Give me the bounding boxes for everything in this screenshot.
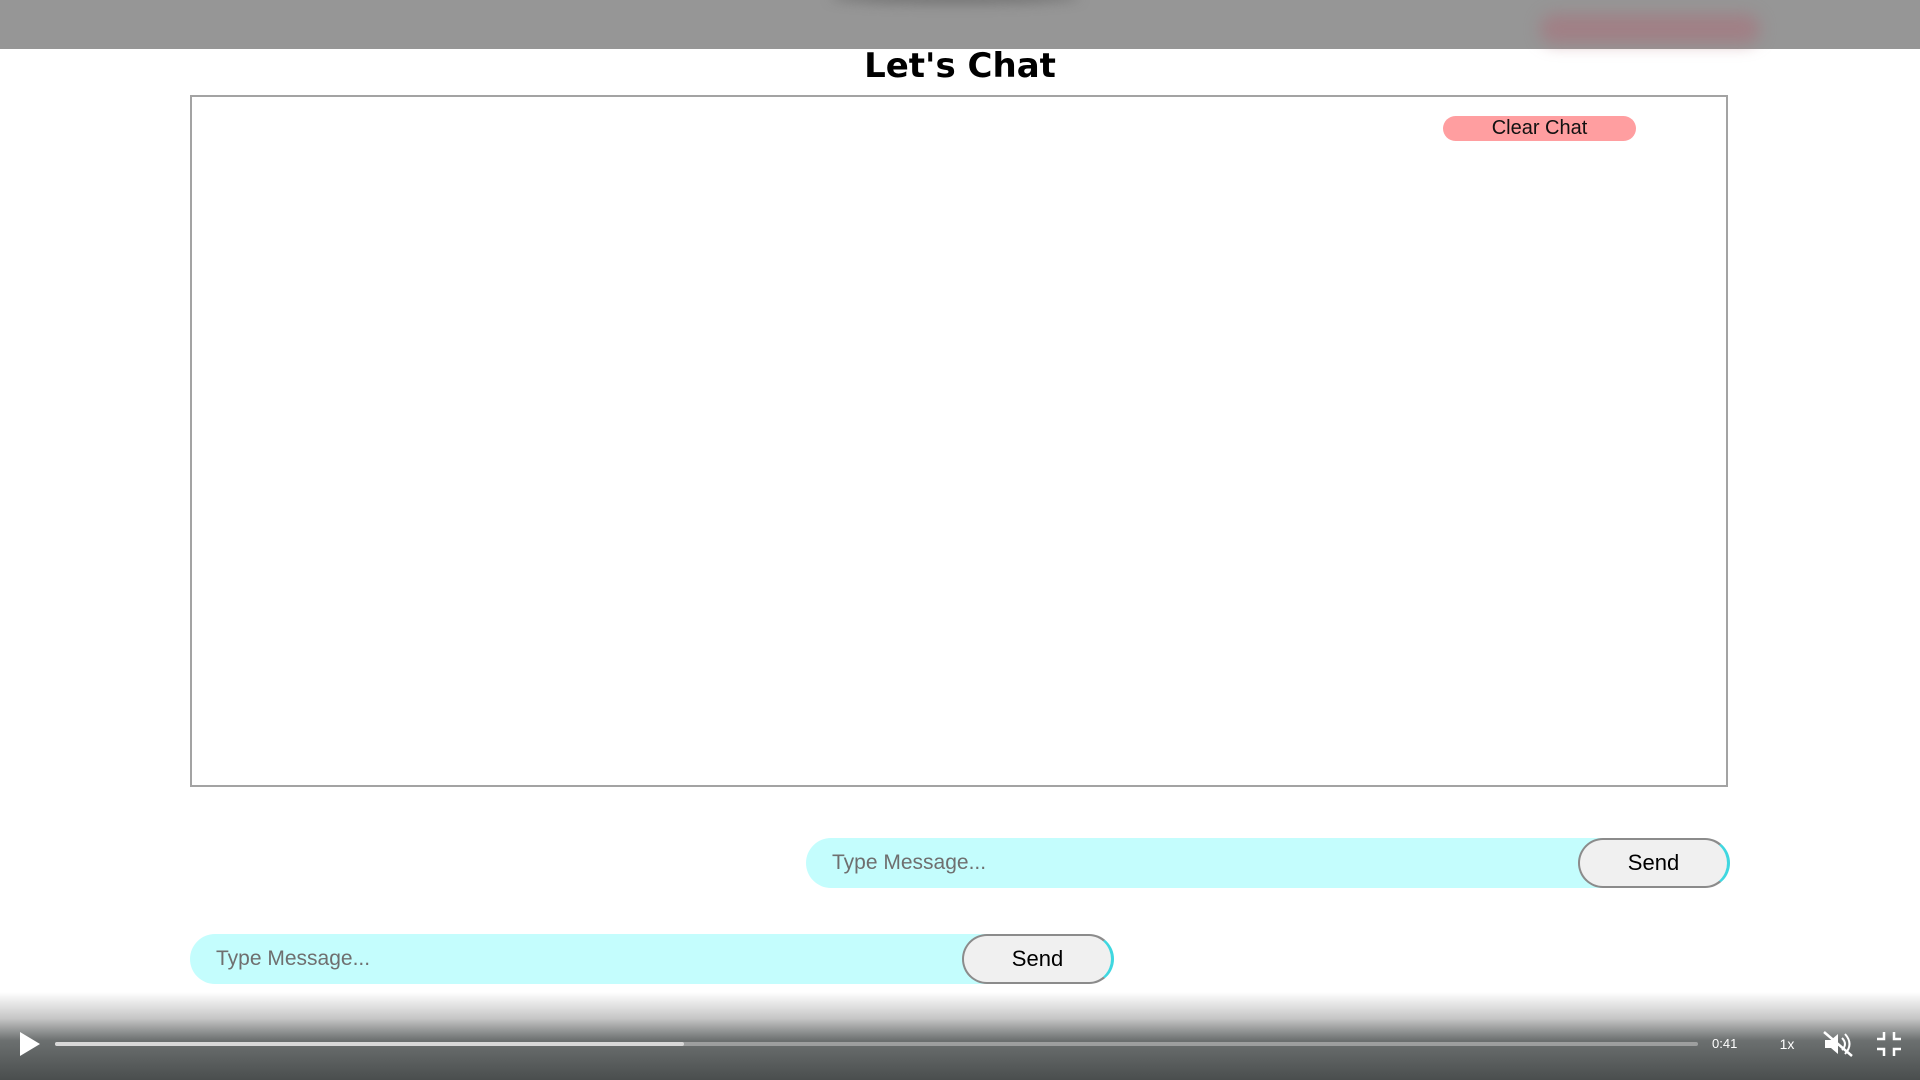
page-title: Let's Chat <box>864 46 1056 86</box>
message-composer-right: Send <box>806 838 1730 888</box>
send-button-right[interactable]: Send <box>1578 838 1730 888</box>
chat-panel: Clear Chat <box>190 95 1728 787</box>
muted-speaker-icon <box>1823 1031 1853 1057</box>
exit-fullscreen-button[interactable] <box>1874 1030 1904 1058</box>
play-button[interactable] <box>14 1028 44 1060</box>
progress-fill <box>55 1042 685 1046</box>
exit-fullscreen-icon <box>1877 1032 1901 1056</box>
send-button-left[interactable]: Send <box>962 934 1114 984</box>
mute-button[interactable] <box>1822 1030 1854 1058</box>
message-input-right[interactable] <box>806 838 1602 888</box>
time-label: 0:41 <box>1712 1036 1738 1051</box>
clear-chat-button[interactable]: Clear Chat <box>1443 116 1636 141</box>
play-icon <box>20 1032 40 1056</box>
blurred-clear-button-ghost <box>1540 14 1760 44</box>
video-player-controls <box>0 992 1920 1080</box>
playback-speed-button[interactable]: 1x <box>1772 1032 1802 1056</box>
message-composer-left: Send <box>190 934 1114 984</box>
blurred-shadow <box>830 0 1080 4</box>
top-overlay-strip <box>0 0 1920 49</box>
page: Let's Chat Clear Chat Send Send 0:41 1x <box>0 0 1920 1080</box>
progress-bar[interactable] <box>55 1042 1698 1046</box>
message-input-left[interactable] <box>190 934 986 984</box>
